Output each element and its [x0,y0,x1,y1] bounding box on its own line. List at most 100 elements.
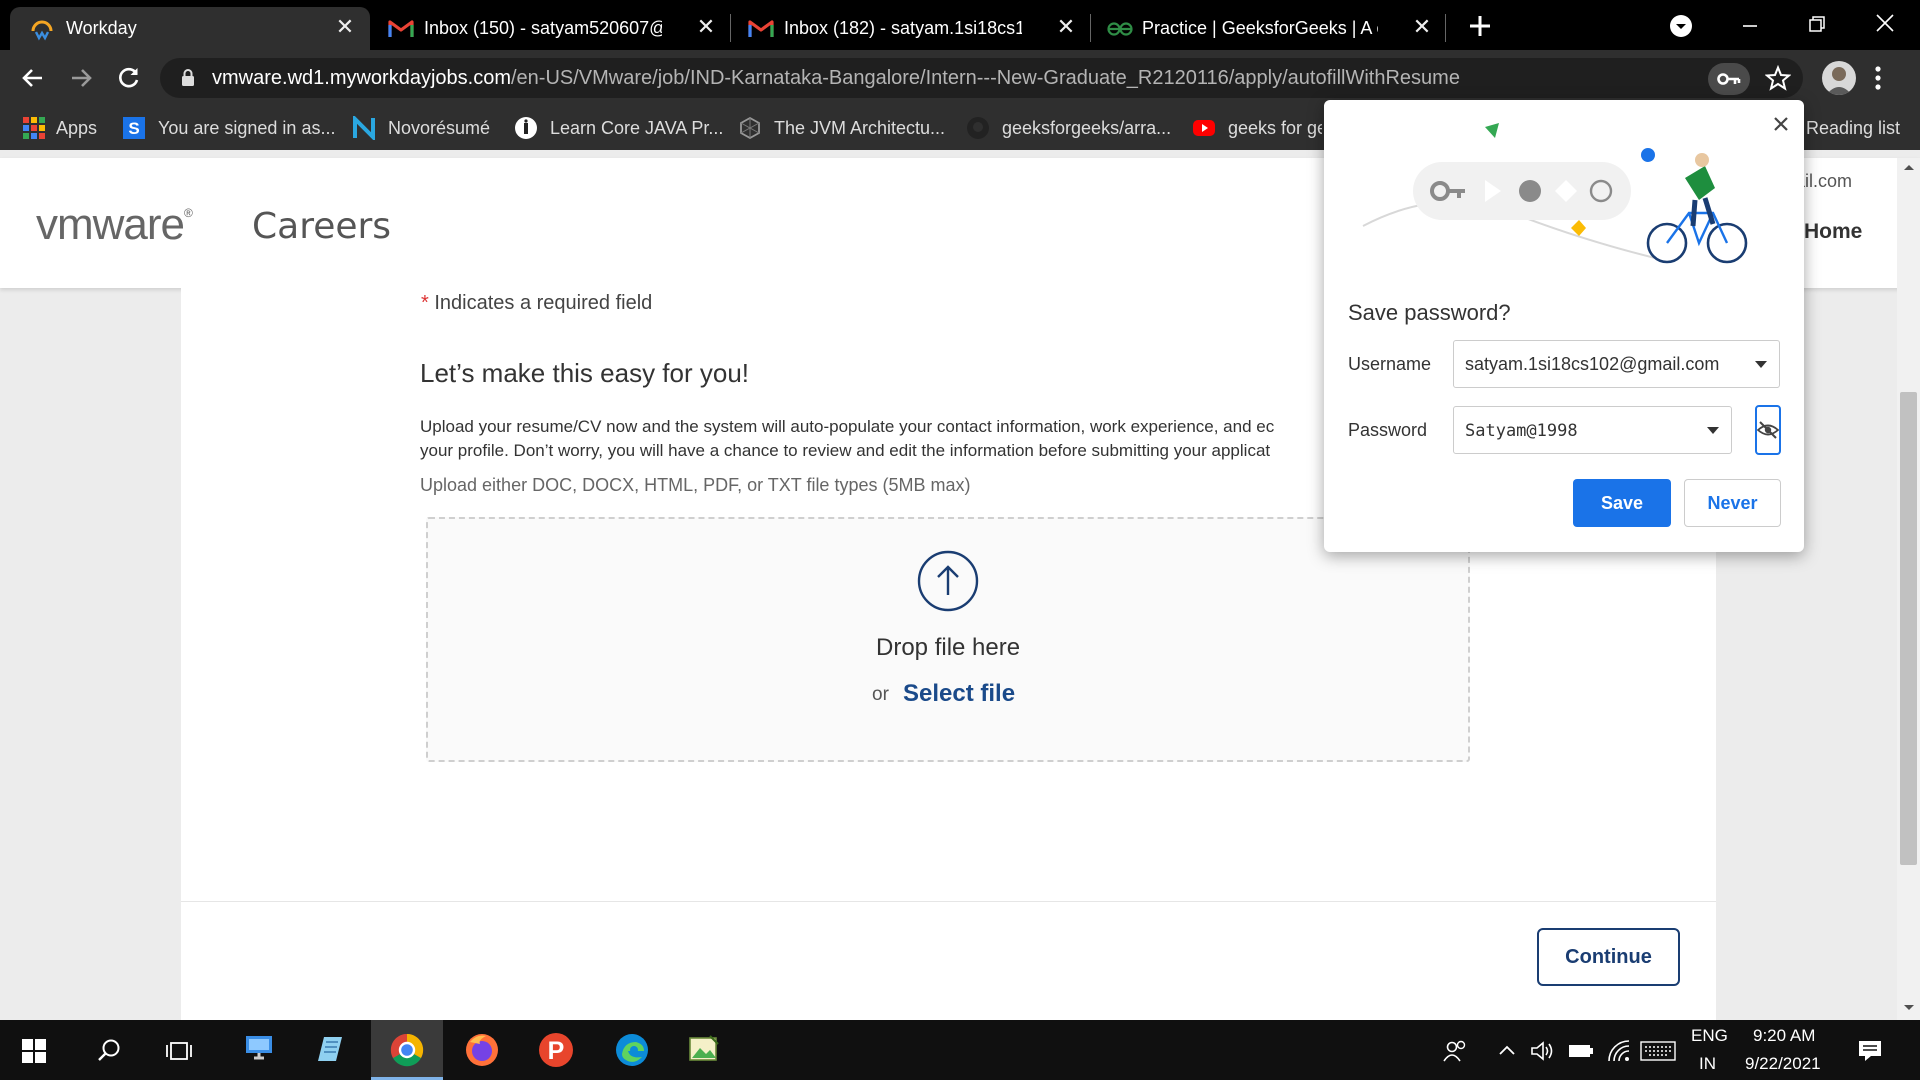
password-select[interactable]: Satyam@1998 [1453,406,1732,454]
bookmark-novoresume[interactable]: Novorésumé [352,114,502,142]
vmware-logo[interactable]: vmware® [36,200,193,250]
close-window-icon[interactable] [1872,10,1898,36]
workday-icon [31,20,53,41]
select-file-link[interactable]: Select file [903,680,1015,708]
tab-title: Practice | GeeksforGeeks | A com [1142,18,1378,38]
bookmark-github[interactable]: geeksforgeeks/arra... [966,114,1176,142]
scrollbar-thumb[interactable] [1900,392,1917,865]
p-app-icon: P [539,1033,573,1067]
task-view-icon[interactable] [166,1039,192,1063]
bookmark-label: Apps [56,118,98,138]
username-select[interactable]: satyam.1si18cs102@gmail.com [1453,340,1780,388]
password-label: Password [1348,420,1428,440]
key-icon [1717,73,1741,85]
url-text[interactable]: vmware.wd1.myworkdayjobs.com/en-US/VMwar… [212,67,1460,90]
upload-arrow-icon [917,550,979,612]
learn-icon [515,117,537,139]
close-tab-icon[interactable]: ✕ [694,15,718,39]
minimize-icon[interactable] [1738,14,1762,38]
password-illustration [1362,123,1748,264]
jvm-icon [740,116,760,140]
volume-icon[interactable] [1530,1039,1556,1063]
tab-search-icon[interactable] [1669,14,1693,38]
new-tab-plus-icon[interactable] [1467,13,1493,39]
taskbar-notepad[interactable] [294,1020,366,1080]
wifi-icon[interactable] [1606,1038,1632,1064]
windows-start-icon[interactable] [22,1039,46,1063]
logo-registered-mark: ® [184,206,193,220]
chrome-icon [390,1033,424,1067]
taskbar-edge[interactable] [596,1020,668,1080]
tab-geeksforgeeks[interactable]: Practice | GeeksforGeeks | A com ✕ [1100,7,1431,50]
description-line: your profile. Don’t worry, you will have… [420,441,1271,460]
save-password-button[interactable]: Save [1573,479,1671,527]
username-value: satyam.1si18cs102@gmail.com [1465,354,1720,374]
notification-center-icon[interactable] [1857,1038,1883,1064]
reload-icon[interactable] [116,65,142,91]
taskbar-this-pc[interactable] [222,1020,294,1080]
required-note-text: Indicates a required field [434,292,653,314]
bookmark-star-icon[interactable] [1765,65,1791,91]
continue-button[interactable]: Continue [1537,928,1680,986]
tab-gmail-1[interactable]: Inbox (150) - satyam520607@gm ✕ [380,7,720,50]
bookmark-youtube[interactable]: geeks for ge [1192,114,1322,142]
taskbar-pycharm-app[interactable]: P [520,1020,592,1080]
taskbar-firefox[interactable] [446,1020,518,1080]
bookmark-reading-list[interactable]: Reading list [1806,114,1916,142]
clock-date[interactable]: 9/22/2021 [1745,1054,1821,1074]
password-key-button[interactable] [1708,63,1750,95]
search-icon[interactable] [96,1038,122,1064]
notepad-icon [318,1037,342,1061]
drop-file-label: Drop file here [876,634,1021,661]
close-tab-icon[interactable]: ✕ [1410,15,1434,39]
chevron-up-icon[interactable] [1497,1042,1517,1058]
input-language[interactable]: ENG [1691,1026,1728,1046]
gmail-icon [748,20,774,37]
tab-gmail-2[interactable]: Inbox (182) - satyam.1si18cs102 ✕ [740,7,1080,50]
github-icon [967,117,989,139]
profile-avatar[interactable] [1822,61,1856,95]
bookmark-label: geeks for ge [1228,118,1322,138]
upload-description: Upload your resume/CV now and the system… [420,415,1326,463]
home-link[interactable]: Home [1804,220,1862,244]
scroll-up-arrow-icon[interactable] [1902,162,1916,172]
taskbar-chrome[interactable] [371,1020,443,1080]
close-tab-icon[interactable]: ✕ [1054,15,1078,39]
tab-title: Inbox (150) - satyam520607@gm [424,18,662,38]
or-label: or [872,684,889,705]
people-icon[interactable] [1442,1038,1468,1064]
back-arrow-icon[interactable] [20,65,46,91]
keyboard-icon[interactable] [1640,1040,1676,1062]
restore-icon[interactable] [1805,12,1829,36]
gfg-icon [1107,22,1133,36]
popup-title: Save password? [1348,300,1511,325]
forward-arrow-icon[interactable] [68,65,94,91]
close-tab-icon[interactable]: ✕ [333,15,357,39]
bookmark-apps[interactable]: Apps [22,114,102,142]
s-icon: S [123,117,145,139]
battery-icon[interactable] [1567,1040,1595,1062]
bookmark-jvm[interactable]: The JVM Architectu... [738,114,948,142]
lock-icon[interactable] [180,68,196,88]
toggle-password-visibility-button[interactable] [1755,405,1781,455]
taskbar-photos[interactable] [668,1020,740,1080]
image-viewer-icon [689,1035,719,1061]
apps-grid-icon [23,117,45,139]
never-save-button[interactable]: Never [1684,479,1781,527]
file-types-hint: Upload either DOC, DOCX, HTML, PDF, or T… [420,475,971,495]
more-menu-icon[interactable] [1872,63,1884,93]
clock-time[interactable]: 9:20 AM [1753,1026,1815,1046]
avatar-person-icon [1826,67,1852,95]
eye-off-icon [1757,421,1779,439]
password-value: Satyam@1998 [1465,421,1578,441]
close-popup-icon[interactable] [1770,113,1792,135]
input-region[interactable]: IN [1699,1054,1716,1074]
tab-workday[interactable]: Workday ✕ [10,7,370,50]
page-heading: Let’s make this easy for you! [420,358,750,388]
computer-icon [246,1036,272,1060]
scroll-down-arrow-icon[interactable] [1902,1003,1916,1013]
chevron-down-icon [1755,361,1767,368]
bookmark-learn-java[interactable]: Learn Core JAVA Pr... [514,114,724,142]
youtube-icon [1193,120,1215,136]
bookmark-signed-in[interactable]: S You are signed in as... [122,114,335,142]
